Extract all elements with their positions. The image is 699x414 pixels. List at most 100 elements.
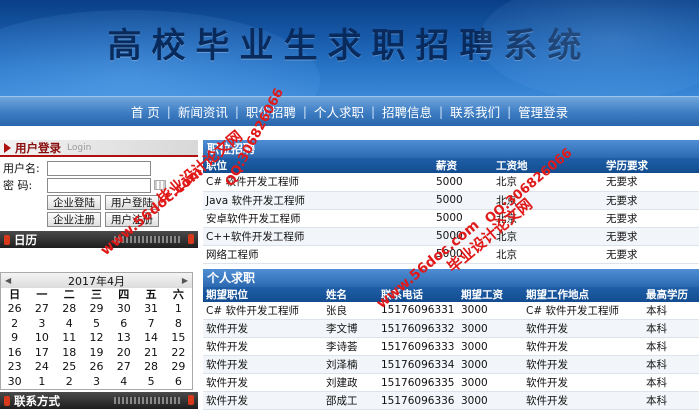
table-row[interactable]: 软件开发 刘建政 15176096335 3000 软件开发 本科 <box>203 373 699 392</box>
table-row[interactable]: 网络工程师 5000 北京 无要求 <box>203 245 699 264</box>
calendar-day[interactable]: 15 <box>165 331 192 346</box>
company-login-button[interactable]: 企业登陆 <box>47 195 101 210</box>
calendar-day[interactable]: 3 <box>83 375 110 390</box>
table-cell: 5000 <box>433 173 493 192</box>
company-register-button[interactable]: 企业注册 <box>47 212 101 227</box>
calendar-day[interactable]: 21 <box>137 346 164 361</box>
nav-home[interactable]: 首 页 <box>124 102 167 121</box>
table-cell: 3000 <box>458 391 523 410</box>
calendar-day[interactable]: 10 <box>28 331 55 346</box>
table-cell: 15176096336 <box>378 391 458 410</box>
calendar-day[interactable]: 7 <box>137 317 164 332</box>
table-cell: 软件开发 <box>523 319 643 338</box>
table-cell: C# 软件开发工程师 <box>203 173 433 192</box>
table-cell: 软件开发 <box>523 355 643 374</box>
table-cell: 本科 <box>643 391 699 410</box>
table-cell: Java 软件开发工程师 <box>203 191 433 210</box>
table-row[interactable]: 软件开发 李文博 15176096332 3000 软件开发 本科 <box>203 319 699 338</box>
calendar-day[interactable]: 1 <box>28 375 55 390</box>
calendar-day[interactable]: 12 <box>83 331 110 346</box>
table-row[interactable]: C# 软件开发工程师 张良 15176096331 3000 C# 软件开发工程师 本科 <box>203 301 699 320</box>
nav-admin-login[interactable]: 管理登录 <box>511 102 575 121</box>
calendar-day[interactable]: 8 <box>165 317 192 332</box>
table-row[interactable]: Java 软件开发工程师 5000 北京 无要求 <box>203 191 699 210</box>
table-cell: 北京 <box>493 227 603 246</box>
calendar-weekday: 六 <box>172 288 184 301</box>
calendar-weekday: 二 <box>63 288 75 301</box>
calendar-day[interactable]: 11 <box>56 331 83 346</box>
calendar-day[interactable]: 29 <box>83 302 110 317</box>
table-row[interactable]: C# 软件开发工程师 5000 北京 无要求 <box>203 173 699 192</box>
table-cell: 5000 <box>433 209 493 228</box>
calendar-day[interactable]: 6 <box>165 375 192 390</box>
user-login-button[interactable]: 用户登陆 <box>105 195 159 210</box>
table-cell: 北京 <box>493 209 603 228</box>
calendar-day[interactable]: 22 <box>165 346 192 361</box>
user-register-button[interactable]: 用户注册 <box>105 212 159 227</box>
table-cell: 5000 <box>433 227 493 246</box>
column-header: 联系电话 <box>378 286 458 302</box>
calendar-day[interactable]: 27 <box>110 360 137 375</box>
table-cell: 3000 <box>458 373 523 392</box>
calendar-day[interactable]: 23 <box>1 360 28 375</box>
nav-jobs[interactable]: 职位招聘 <box>239 102 303 121</box>
table-row[interactable]: 软件开发 邵成工 15176096336 3000 软件开发 本科 <box>203 391 699 410</box>
seekers-section-title: 个人求职 <box>203 268 699 287</box>
calendar-day[interactable]: 27 <box>28 302 55 317</box>
calendar-day[interactable]: 9 <box>1 331 28 346</box>
password-input[interactable] <box>47 177 151 193</box>
calendar-day[interactable]: 29 <box>165 360 192 375</box>
calendar-day[interactable]: 28 <box>56 302 83 317</box>
calendar-day[interactable]: 14 <box>137 331 164 346</box>
bullet-icon <box>4 234 10 245</box>
calendar-day[interactable]: 5 <box>137 375 164 390</box>
seekers-table: 期望职位 姓名 联系电话 期望工资 期望工作地点 最高学历 C# 软件开发工程师 张良 151… <box>203 286 699 410</box>
bullet-icon <box>188 395 194 405</box>
password-label: 密 码: <box>3 179 33 192</box>
calendar-day[interactable]: 24 <box>28 360 55 375</box>
calendar-weekday: 三 <box>90 288 102 301</box>
calendar-day[interactable]: 17 <box>28 346 55 361</box>
calendar-day[interactable]: 4 <box>110 375 137 390</box>
calendar-day[interactable]: 26 <box>83 360 110 375</box>
calendar-day[interactable]: 19 <box>83 346 110 361</box>
jobs-table: 职位 薪资 工资地 学历要求 C# 软件开发工程师 5000 北京 无要求 Java 软件开发… <box>203 158 699 264</box>
nav-recruit-info[interactable]: 招聘信息 <box>375 102 439 121</box>
next-month-icon[interactable]: ▶ <box>182 276 188 285</box>
table-cell: 15176096335 <box>378 373 458 392</box>
calendar-weekday: 一 <box>36 288 48 301</box>
table-row[interactable]: 软件开发 李诗荟 15176096333 3000 软件开发 本科 <box>203 337 699 356</box>
login-subtitle: Login <box>67 142 92 153</box>
username-input[interactable] <box>47 160 151 176</box>
calendar-day[interactable]: 4 <box>56 317 83 332</box>
calendar-day[interactable]: 30 <box>1 375 28 390</box>
table-row[interactable]: C++软件开发工程师 5000 北京 无要求 <box>203 227 699 246</box>
calendar-day[interactable]: 30 <box>110 302 137 317</box>
calendar-day[interactable]: 2 <box>1 317 28 332</box>
calendar-day[interactable]: 3 <box>28 317 55 332</box>
table-cell: 邵成工 <box>323 391 378 410</box>
prev-month-icon[interactable]: ◀ <box>5 276 11 285</box>
calendar-day[interactable]: 16 <box>1 346 28 361</box>
calendar-day[interactable]: 26 <box>1 302 28 317</box>
nav-seekers[interactable]: 个人求职 <box>307 102 371 121</box>
calendar-day[interactable]: 6 <box>110 317 137 332</box>
table-row[interactable]: 软件开发 刘泽楠 15176096334 3000 软件开发 本科 <box>203 355 699 374</box>
table-cell: 无要求 <box>603 227 699 246</box>
calendar-day[interactable]: 25 <box>56 360 83 375</box>
calendar-day[interactable]: 5 <box>83 317 110 332</box>
calendar-day[interactable]: 2 <box>56 375 83 390</box>
calendar-day[interactable]: 20 <box>110 346 137 361</box>
nav-news[interactable]: 新闻资讯 <box>171 102 235 121</box>
table-cell: 本科 <box>643 337 699 356</box>
calendar-day[interactable]: 28 <box>137 360 164 375</box>
login-title: 用户登录 <box>15 140 61 155</box>
column-header: 工资地 <box>493 158 603 173</box>
nav-contact[interactable]: 联系我们 <box>443 102 507 121</box>
table-row[interactable]: 安卓软件开发工程师 5000 北京 无要求 <box>203 209 699 228</box>
calendar-day[interactable]: 18 <box>56 346 83 361</box>
keyboard-icon[interactable] <box>154 180 166 190</box>
calendar-day[interactable]: 13 <box>110 331 137 346</box>
calendar-day[interactable]: 31 <box>137 302 164 317</box>
calendar-day[interactable]: 1 <box>165 302 192 317</box>
